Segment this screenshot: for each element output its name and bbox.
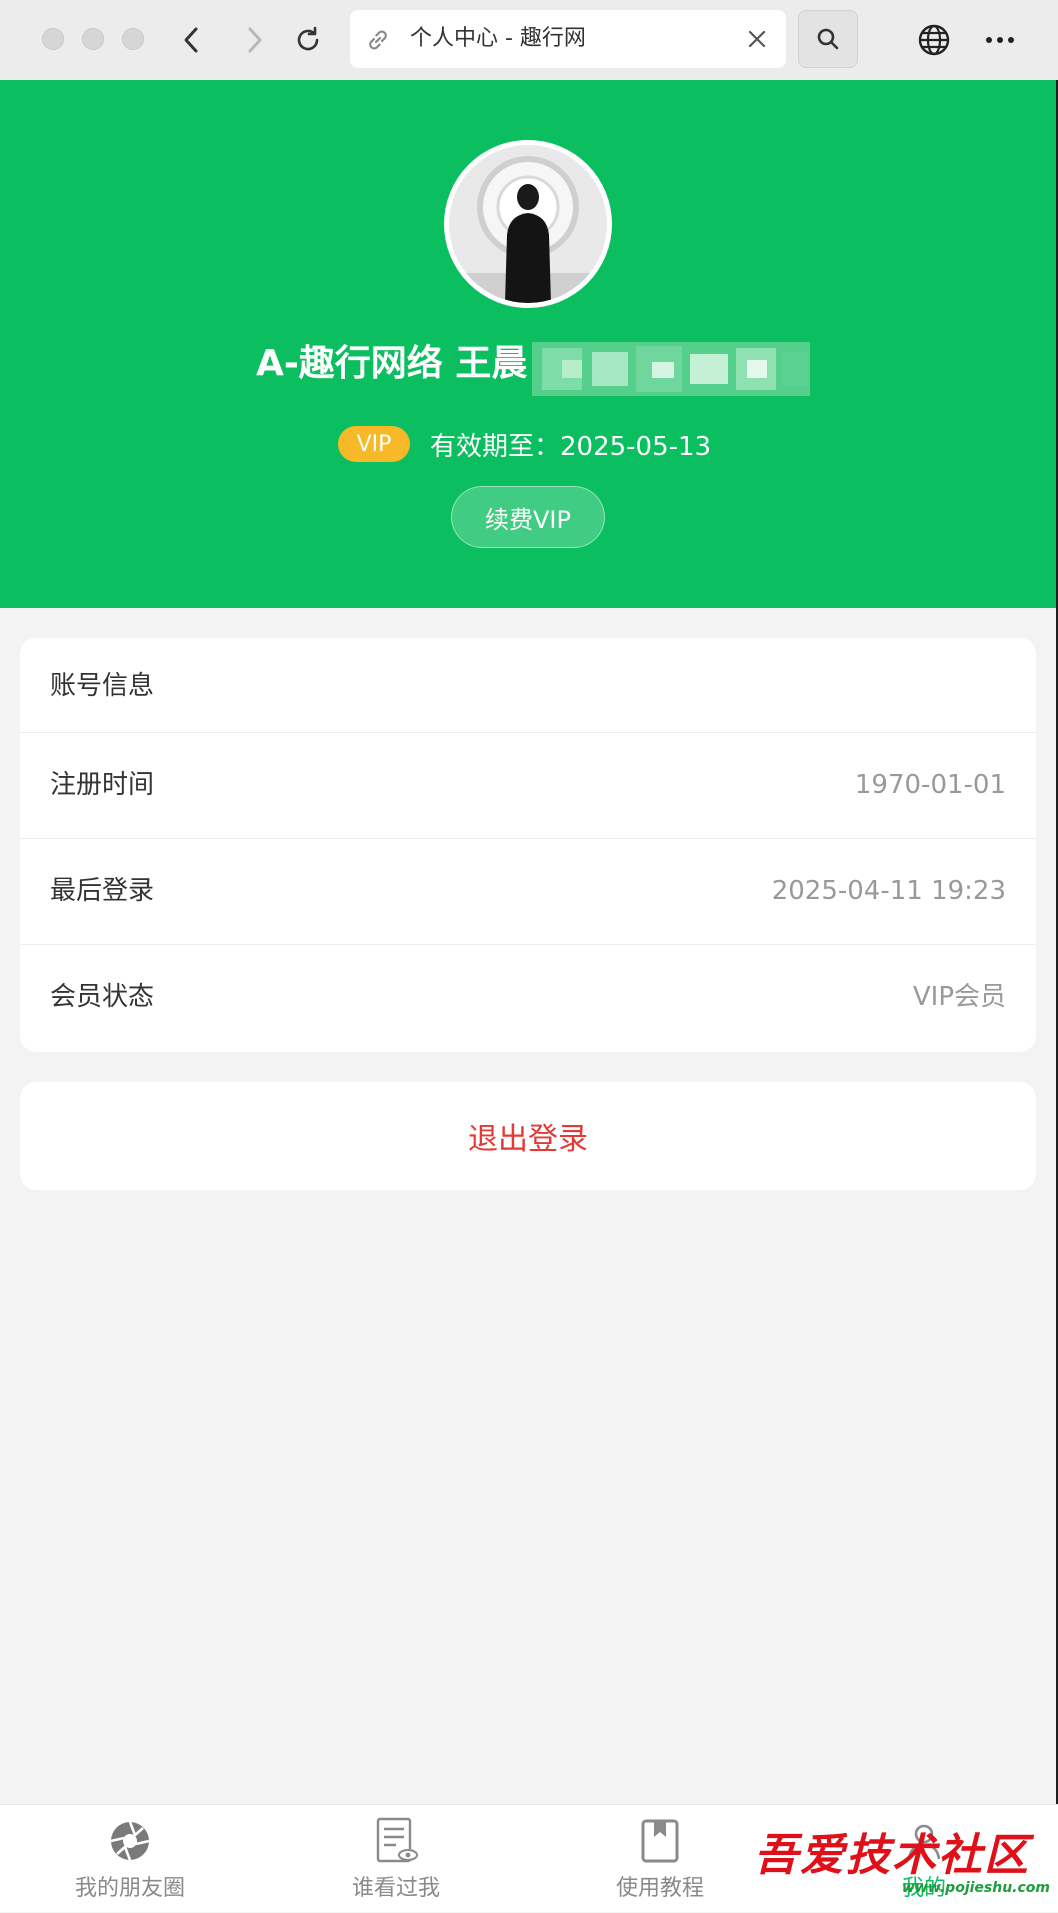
aperture-icon [108, 1819, 152, 1863]
row-value: 1970-01-01 [854, 770, 1006, 800]
nav-tab-label: 我的朋友圈 [74, 1876, 185, 1901]
bookmark-book-icon [638, 1819, 682, 1863]
row-label: 最后登录 [50, 876, 155, 906]
close-icon [748, 30, 766, 48]
chevron-right-icon [248, 27, 262, 53]
row-value: VIP会员 [912, 982, 1006, 1012]
globe-icon [918, 24, 950, 56]
search-button[interactable] [798, 10, 858, 68]
nav-tab-label: 谁看过我 [351, 1876, 440, 1901]
more-button[interactable] [980, 20, 1020, 60]
user-name: A-趣行网络 王晨 [256, 343, 528, 384]
reload-icon [297, 26, 319, 51]
reload-button[interactable] [288, 20, 328, 60]
watermark-url: www.pojieshu.com [901, 1880, 1050, 1896]
window-close-dot[interactable] [42, 28, 64, 50]
name-redaction [532, 342, 810, 396]
vip-badge: VIP [338, 426, 410, 462]
site-watermark: 吾爱技术社区 www.pojieshu.com [754, 1832, 1054, 1902]
vip-expire-date: 有效期至：2025-05-13 [430, 431, 712, 462]
nav-tab-tutorial[interactable]: 使用教程 [560, 1805, 760, 1913]
watermark-text: 吾爱技术社区 [754, 1830, 1030, 1881]
info-row-member-status: 会员状态 VIP会员 [20, 944, 1036, 1050]
renew-vip-button[interactable]: 续费VIP [451, 486, 605, 548]
nav-tab-label: 使用教程 [615, 1876, 704, 1901]
logout-label: 退出登录 [468, 1122, 588, 1157]
row-label: 注册时间 [50, 770, 155, 800]
more-icon [986, 37, 1014, 43]
avatar[interactable] [444, 140, 612, 308]
chevron-left-icon [184, 27, 198, 53]
browser-toolbar: 个人中心 - 趣行网 [0, 0, 1058, 81]
back-button[interactable] [172, 20, 212, 60]
nav-tab-visitors[interactable]: 谁看过我 [296, 1805, 496, 1913]
account-info-title: 账号信息 [50, 671, 155, 701]
row-value: 2025-04-11 19:23 [771, 876, 1006, 906]
search-icon [817, 28, 839, 50]
account-info-card: 账号信息 注册时间 1970-01-01 最后登录 2025-04-11 19:… [20, 638, 1036, 1052]
tab-title: 个人中心 - 趣行网 [410, 26, 586, 51]
language-button[interactable] [914, 20, 954, 60]
browser-window: 个人中心 - 趣行网 A-趣行网络 王晨 VIP 有效期至：2025-05-13… [0, 0, 1058, 1912]
tab-close-button[interactable] [742, 24, 772, 54]
window-minimize-dot[interactable] [82, 28, 104, 50]
document-eye-icon [374, 1817, 418, 1863]
forward-button[interactable] [234, 20, 274, 60]
row-label: 会员状态 [50, 982, 155, 1012]
logout-button[interactable]: 退出登录 [20, 1082, 1036, 1190]
address-tab[interactable]: 个人中心 - 趣行网 [350, 10, 786, 68]
nav-tab-moments[interactable]: 我的朋友圈 [30, 1805, 230, 1913]
avatar-image [449, 145, 607, 303]
vip-status-row: VIP 有效期至：2025-05-13 [338, 424, 711, 464]
info-row-last-login: 最后登录 2025-04-11 19:23 [20, 838, 1036, 944]
info-row-register-time: 注册时间 1970-01-01 [20, 732, 1036, 838]
profile-header: A-趣行网络 王晨 VIP 有效期至：2025-05-13 续费VIP [0, 80, 1056, 608]
link-icon [364, 26, 392, 54]
window-zoom-dot[interactable] [122, 28, 144, 50]
